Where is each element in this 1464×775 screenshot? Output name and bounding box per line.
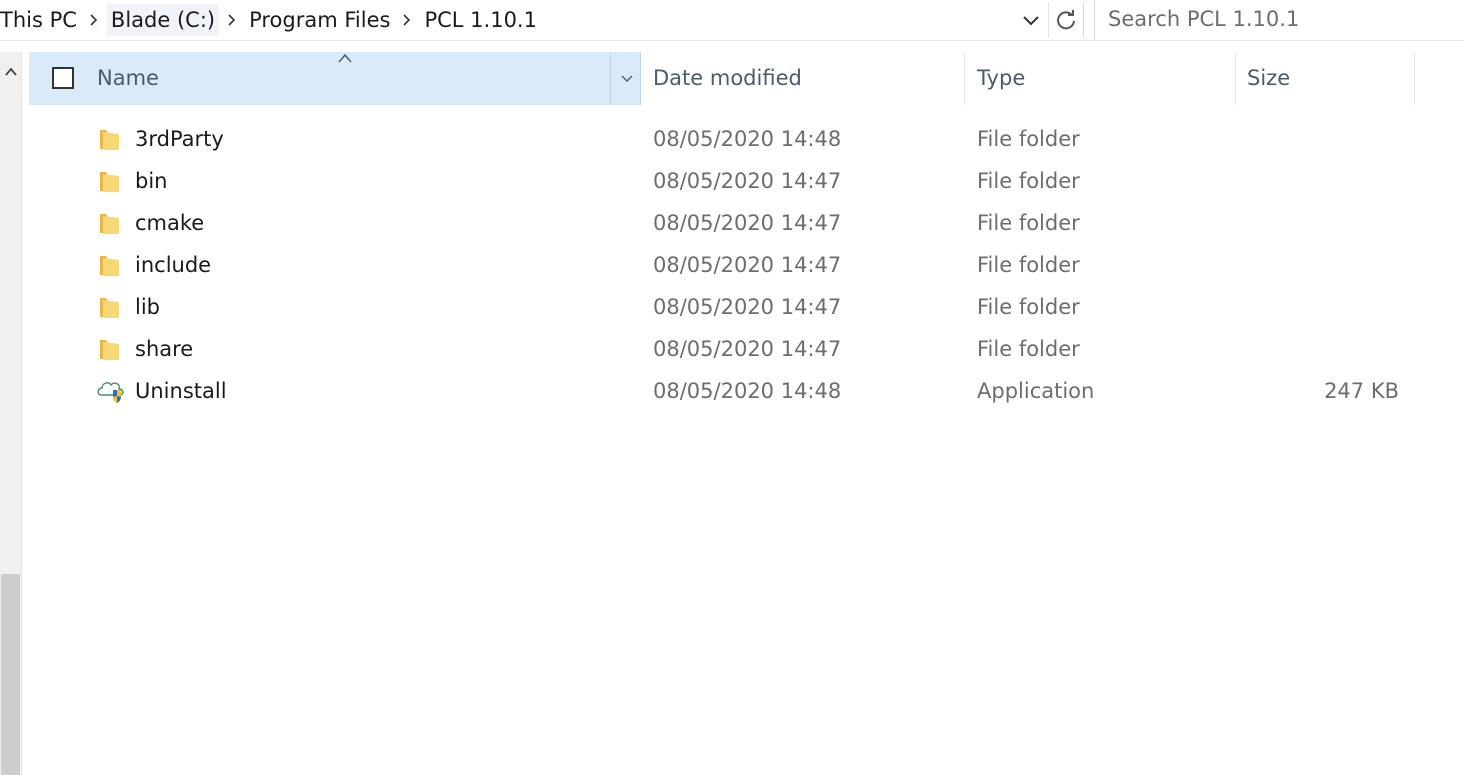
column-name-filter-dropdown[interactable] bbox=[610, 52, 642, 105]
column-divider[interactable] bbox=[1235, 52, 1236, 105]
search-box[interactable] bbox=[1094, 0, 1464, 40]
file-name: lib bbox=[135, 295, 160, 319]
breadcrumb: This PC Blade (C:) Program Files PCL 1.1… bbox=[0, 0, 1036, 40]
folder-icon bbox=[100, 340, 119, 360]
chevron-right-icon[interactable] bbox=[219, 0, 245, 40]
file-type: File folder bbox=[977, 211, 1080, 235]
chevron-right-icon[interactable] bbox=[394, 0, 420, 40]
folder-icon bbox=[100, 256, 119, 276]
sort-ascending-icon bbox=[338, 53, 352, 63]
column-header-type[interactable]: Type bbox=[977, 66, 1025, 90]
file-date: 08/05/2020 14:48 bbox=[653, 379, 842, 403]
file-type: File folder bbox=[977, 337, 1080, 361]
select-all-checkbox[interactable] bbox=[52, 67, 74, 89]
file-row-3rdparty[interactable]: 3rdParty 08/05/2020 14:48 File folder bbox=[29, 119, 1419, 161]
file-type: File folder bbox=[977, 295, 1080, 319]
refresh-button[interactable] bbox=[1048, 2, 1084, 38]
folder-icon bbox=[100, 214, 119, 234]
file-date: 08/05/2020 14:47 bbox=[653, 337, 842, 361]
file-size: 247 KB bbox=[1324, 379, 1399, 403]
column-header-date-modified[interactable]: Date modified bbox=[653, 66, 802, 90]
file-name: Uninstall bbox=[135, 379, 227, 403]
file-list: 3rdParty 08/05/2020 14:48 File folder bi… bbox=[29, 119, 1419, 413]
file-type: File folder bbox=[977, 253, 1080, 277]
column-header: Name Date modified Type Size bbox=[29, 52, 1419, 105]
file-type: Application bbox=[977, 379, 1095, 403]
file-type: File folder bbox=[977, 169, 1080, 193]
file-row-share[interactable]: share 08/05/2020 14:47 File folder bbox=[29, 329, 1419, 371]
file-name: 3rdParty bbox=[135, 127, 224, 151]
file-row-include[interactable]: include 08/05/2020 14:47 File folder bbox=[29, 245, 1419, 287]
navigation-scrollbar[interactable] bbox=[0, 52, 22, 775]
file-date: 08/05/2020 14:47 bbox=[653, 295, 842, 319]
folder-icon bbox=[100, 172, 119, 192]
chevron-right-icon[interactable] bbox=[81, 0, 107, 40]
breadcrumb-blade-drive[interactable]: Blade (C:) bbox=[106, 4, 220, 36]
file-name: share bbox=[135, 337, 194, 361]
file-date: 08/05/2020 14:48 bbox=[653, 127, 842, 151]
file-row-uninstall[interactable]: Uninstall 08/05/2020 14:48 Application 2… bbox=[29, 371, 1419, 413]
column-header-size[interactable]: Size bbox=[1247, 66, 1290, 90]
file-name: cmake bbox=[135, 211, 205, 235]
breadcrumb-program-files[interactable]: Program Files bbox=[245, 4, 394, 36]
column-name-label: Name bbox=[97, 66, 159, 90]
file-row-cmake[interactable]: cmake 08/05/2020 14:47 File folder bbox=[29, 203, 1419, 245]
address-bar: This PC Blade (C:) Program Files PCL 1.1… bbox=[0, 0, 1464, 41]
folder-icon bbox=[100, 130, 119, 150]
file-date: 08/05/2020 14:47 bbox=[653, 169, 842, 193]
file-date: 08/05/2020 14:47 bbox=[653, 253, 842, 277]
refresh-icon bbox=[1057, 10, 1075, 30]
scrollbar-thumb[interactable] bbox=[1, 574, 20, 775]
breadcrumb-this-pc[interactable]: This PC bbox=[0, 4, 81, 36]
scroll-up-button[interactable] bbox=[0, 60, 21, 82]
column-divider[interactable] bbox=[964, 52, 965, 105]
file-row-lib[interactable]: lib 08/05/2020 14:47 File folder bbox=[29, 287, 1419, 329]
chevron-up-icon bbox=[4, 67, 17, 76]
search-input[interactable] bbox=[1095, 0, 1455, 38]
file-type: File folder bbox=[977, 127, 1080, 151]
chevron-down-icon bbox=[1023, 16, 1039, 26]
folder-icon bbox=[100, 298, 119, 318]
column-divider[interactable] bbox=[1414, 52, 1415, 105]
file-name: bin bbox=[135, 169, 168, 193]
file-row-bin[interactable]: bin 08/05/2020 14:47 File folder bbox=[29, 161, 1419, 203]
chevron-down-icon bbox=[621, 75, 632, 82]
address-history-dropdown[interactable] bbox=[1016, 4, 1046, 38]
breadcrumb-pcl[interactable]: PCL 1.10.1 bbox=[420, 4, 541, 36]
uninstaller-app-icon bbox=[97, 382, 124, 403]
column-header-name[interactable]: Name bbox=[29, 52, 641, 105]
file-name: include bbox=[135, 253, 212, 277]
file-date: 08/05/2020 14:47 bbox=[653, 211, 842, 235]
